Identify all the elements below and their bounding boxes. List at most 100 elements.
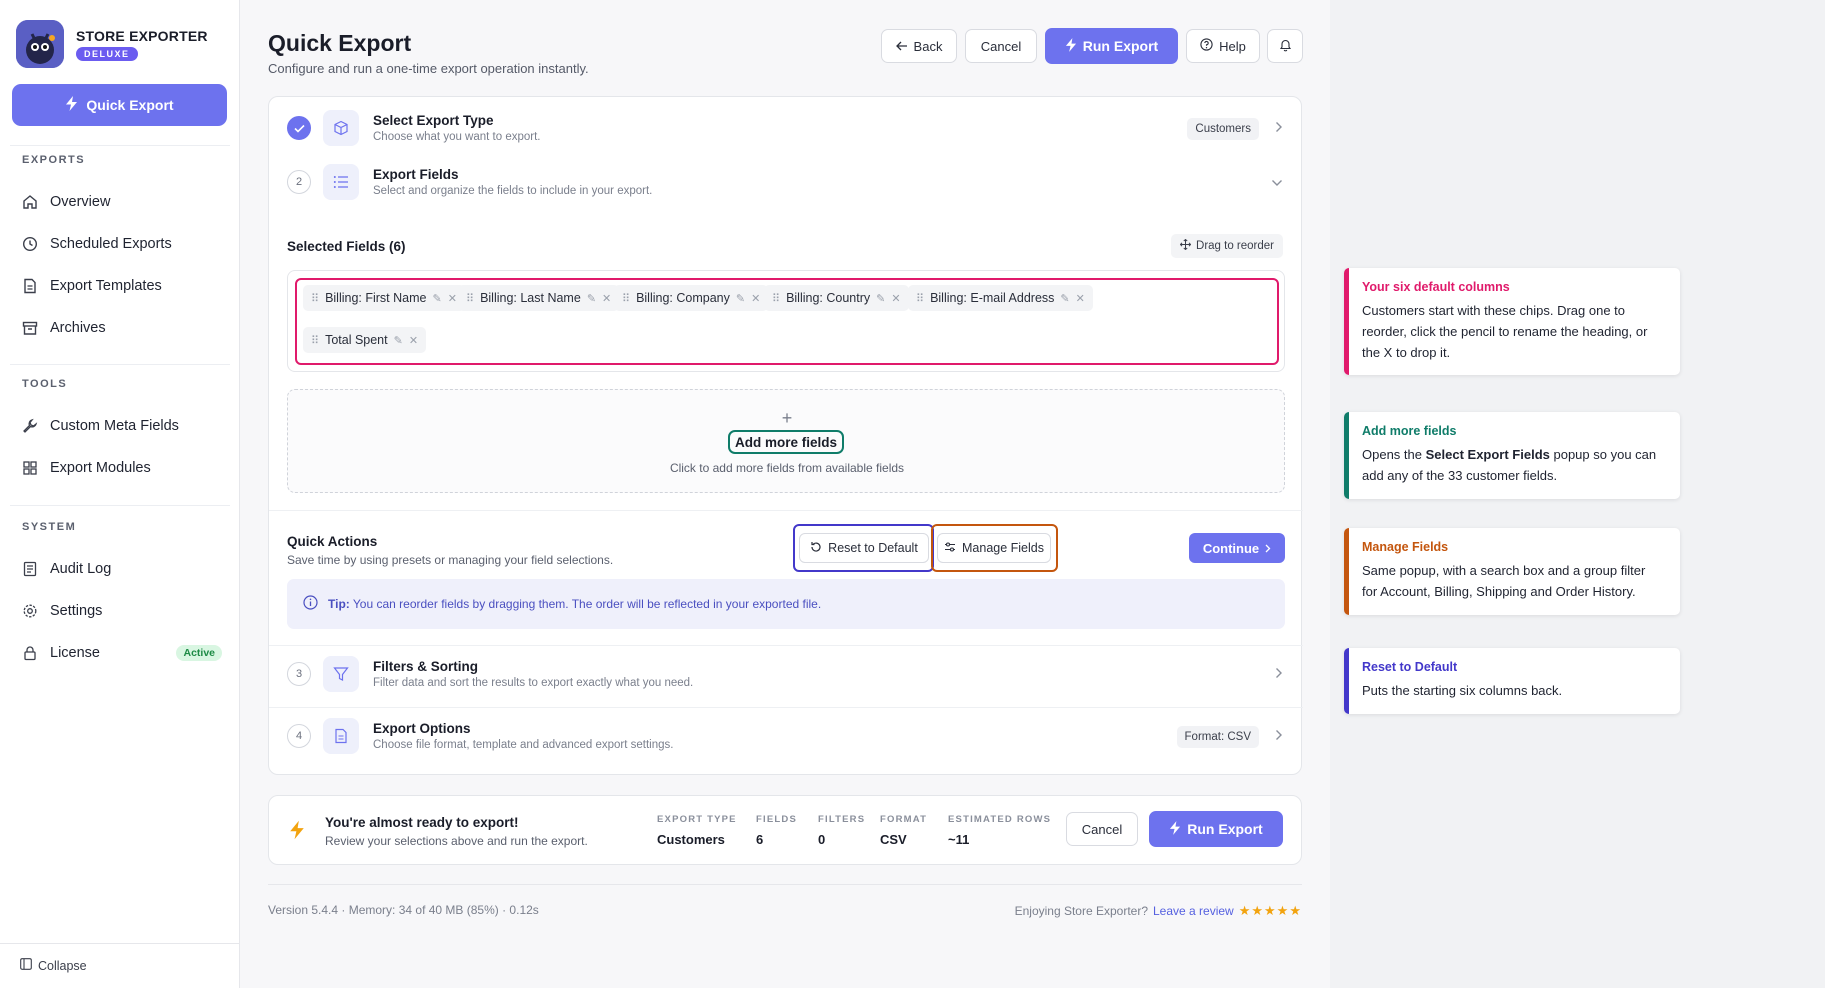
sidebar-item-custom-meta-fields[interactable]: Custom Meta Fields xyxy=(22,412,222,440)
step-number: 4 xyxy=(287,724,311,748)
sidebar-item-settings[interactable]: Settings xyxy=(22,597,222,625)
close-icon[interactable]: ✕ xyxy=(448,292,457,305)
brand[interactable]: STORE EXPORTER DELUXE xyxy=(16,20,208,68)
sidebar-item-scheduled-exports[interactable]: Scheduled Exports xyxy=(22,230,222,258)
drag-handle-icon[interactable]: ⠿ xyxy=(916,292,924,305)
section-divider xyxy=(269,707,1303,708)
pencil-icon[interactable]: ✎ xyxy=(736,292,745,305)
field-chip[interactable]: ⠿ Billing: Country ✎ ✕ xyxy=(764,285,909,311)
sidebar-item-archives[interactable]: Archives xyxy=(22,314,222,342)
field-chip[interactable]: ⠿ Billing: First Name ✎ ✕ xyxy=(303,285,465,311)
pencil-icon[interactable]: ✎ xyxy=(394,334,403,347)
drag-handle-icon[interactable]: ⠿ xyxy=(311,334,319,347)
add-more-fields-dropzone[interactable]: + Add more fields Click to add more fiel… xyxy=(287,389,1285,493)
stat-label: FORMAT xyxy=(880,814,928,825)
sidebar-item-audit-log[interactable]: Audit Log xyxy=(22,555,222,583)
bolt-icon xyxy=(65,96,78,114)
step-title: Select Export Type xyxy=(373,113,494,128)
step-description: Choose file format, template and advance… xyxy=(373,739,674,751)
step-title: Export Options xyxy=(373,721,471,736)
sidebar-divider xyxy=(0,943,240,944)
pencil-icon[interactable]: ✎ xyxy=(1060,292,1069,305)
annotation-reset-to-default: Reset to Default Puts the starting six c… xyxy=(1344,648,1680,714)
sliders-icon xyxy=(944,541,956,556)
manage-fields-button[interactable]: Manage Fields xyxy=(937,533,1051,563)
field-chip-label: Total Spent xyxy=(325,333,388,347)
summary-cancel-button[interactable]: Cancel xyxy=(1066,812,1138,846)
pencil-icon[interactable]: ✎ xyxy=(432,292,441,305)
collapse-button[interactable]: Collapse xyxy=(20,958,87,973)
sidebar-item-export-templates[interactable]: Export Templates xyxy=(22,272,222,300)
close-icon[interactable]: ✕ xyxy=(1076,292,1085,305)
tip-text: You can reorder fields by dragging them.… xyxy=(352,597,822,611)
close-icon[interactable]: ✕ xyxy=(409,334,418,347)
chevron-right-icon xyxy=(1275,728,1283,744)
step-title: Export Fields xyxy=(373,167,459,182)
quick-export-button[interactable]: Quick Export xyxy=(12,84,227,126)
sidebar: STORE EXPORTER DELUXE Quick Export EXPOR… xyxy=(0,0,240,988)
summary-title: You're almost ready to export! xyxy=(325,815,519,830)
run-export-label: Run Export xyxy=(1187,821,1263,837)
chevron-right-icon xyxy=(1275,666,1283,682)
chevron-right-icon xyxy=(1275,120,1283,136)
continue-button[interactable]: Continue xyxy=(1189,533,1285,563)
field-chip[interactable]: ⠿ Billing: Company ✎ ✕ xyxy=(614,285,769,311)
annotation-body: Puts the starting six columns back. xyxy=(1362,683,1563,698)
help-label: Help xyxy=(1219,38,1246,54)
notifications-button[interactable] xyxy=(1267,29,1303,63)
drag-handle-icon[interactable]: ⠿ xyxy=(622,292,630,305)
back-button[interactable]: Back xyxy=(881,29,957,63)
help-button[interactable]: Help xyxy=(1186,29,1260,63)
sidebar-item-overview[interactable]: Overview xyxy=(22,188,222,216)
reset-to-default-button[interactable]: Reset to Default xyxy=(799,533,929,563)
annotation-title: Reset to Default xyxy=(1362,660,1458,674)
box-icon xyxy=(323,110,359,146)
summary-description: Review your selections above and run the… xyxy=(325,834,588,848)
drag-handle-icon[interactable]: ⠿ xyxy=(772,292,780,305)
annotation-manage-fields: Manage Fields Same popup, with a search … xyxy=(1344,528,1680,615)
lock-icon xyxy=(22,645,38,661)
sidebar-item-label: Overview xyxy=(50,194,111,210)
close-icon[interactable]: ✕ xyxy=(602,292,611,305)
bolt-icon xyxy=(289,820,305,843)
add-more-fields-description: Click to add more fields from available … xyxy=(669,461,905,475)
bolt-icon xyxy=(1169,820,1181,838)
step-filters-sorting[interactable]: 3 Filters & Sorting Filter data and sort… xyxy=(287,653,1287,697)
step-select-export-type[interactable]: Select Export Type Choose what you want … xyxy=(287,107,1287,151)
drag-handle-icon[interactable]: ⠿ xyxy=(466,292,474,305)
leave-review-link[interactable]: Leave a review xyxy=(1153,904,1234,918)
cancel-button[interactable]: Cancel xyxy=(965,29,1037,63)
run-export-button[interactable]: Run Export xyxy=(1045,28,1178,64)
field-chip[interactable]: ⠿ Billing: Last Name ✎ ✕ xyxy=(458,285,620,311)
quick-actions-title: Quick Actions xyxy=(287,534,378,549)
pencil-icon[interactable]: ✎ xyxy=(587,292,596,305)
sidebar-item-label: License xyxy=(50,645,100,661)
add-more-fields-title[interactable]: Add more fields xyxy=(728,430,844,454)
drag-to-reorder-hint: Drag to reorder xyxy=(1171,234,1283,258)
export-type-chip: Customers xyxy=(1187,118,1259,140)
close-icon[interactable]: ✕ xyxy=(891,292,900,305)
step-export-fields[interactable]: 2 Export Fields Select and organize the … xyxy=(287,161,1287,205)
drag-hint-label: Drag to reorder xyxy=(1196,240,1274,252)
close-icon[interactable]: ✕ xyxy=(751,292,760,305)
enjoy-text: Enjoying Store Exporter? xyxy=(1014,904,1148,918)
license-status-badge: Active xyxy=(176,645,222,661)
field-chip-label: Billing: Last Name xyxy=(480,291,581,305)
field-chip[interactable]: ⠿ Total Spent ✎ ✕ xyxy=(303,327,427,353)
continue-label: Continue xyxy=(1202,540,1260,556)
pencil-icon[interactable]: ✎ xyxy=(876,292,885,305)
step-export-options[interactable]: 4 Export Options Choose file format, tem… xyxy=(287,715,1287,759)
field-chip[interactable]: ⠿ Billing: E-mail Address ✎ ✕ xyxy=(908,285,1093,311)
drag-handle-icon[interactable]: ⠿ xyxy=(311,292,319,305)
manage-label: Manage Fields xyxy=(962,541,1044,555)
log-icon xyxy=(22,561,38,577)
sidebar-item-label: Settings xyxy=(50,603,103,619)
brand-name: STORE EXPORTER xyxy=(76,27,208,44)
sidebar-item-export-modules[interactable]: Export Modules xyxy=(22,454,222,482)
rating-stars: ★★★★★ xyxy=(1238,903,1302,918)
plus-icon: + xyxy=(781,408,793,428)
sidebar-item-license[interactable]: License Active xyxy=(22,639,222,667)
reset-icon xyxy=(810,541,822,556)
summary-run-export-button[interactable]: Run Export xyxy=(1149,811,1283,847)
step-description: Filter data and sort the results to expo… xyxy=(373,677,694,689)
